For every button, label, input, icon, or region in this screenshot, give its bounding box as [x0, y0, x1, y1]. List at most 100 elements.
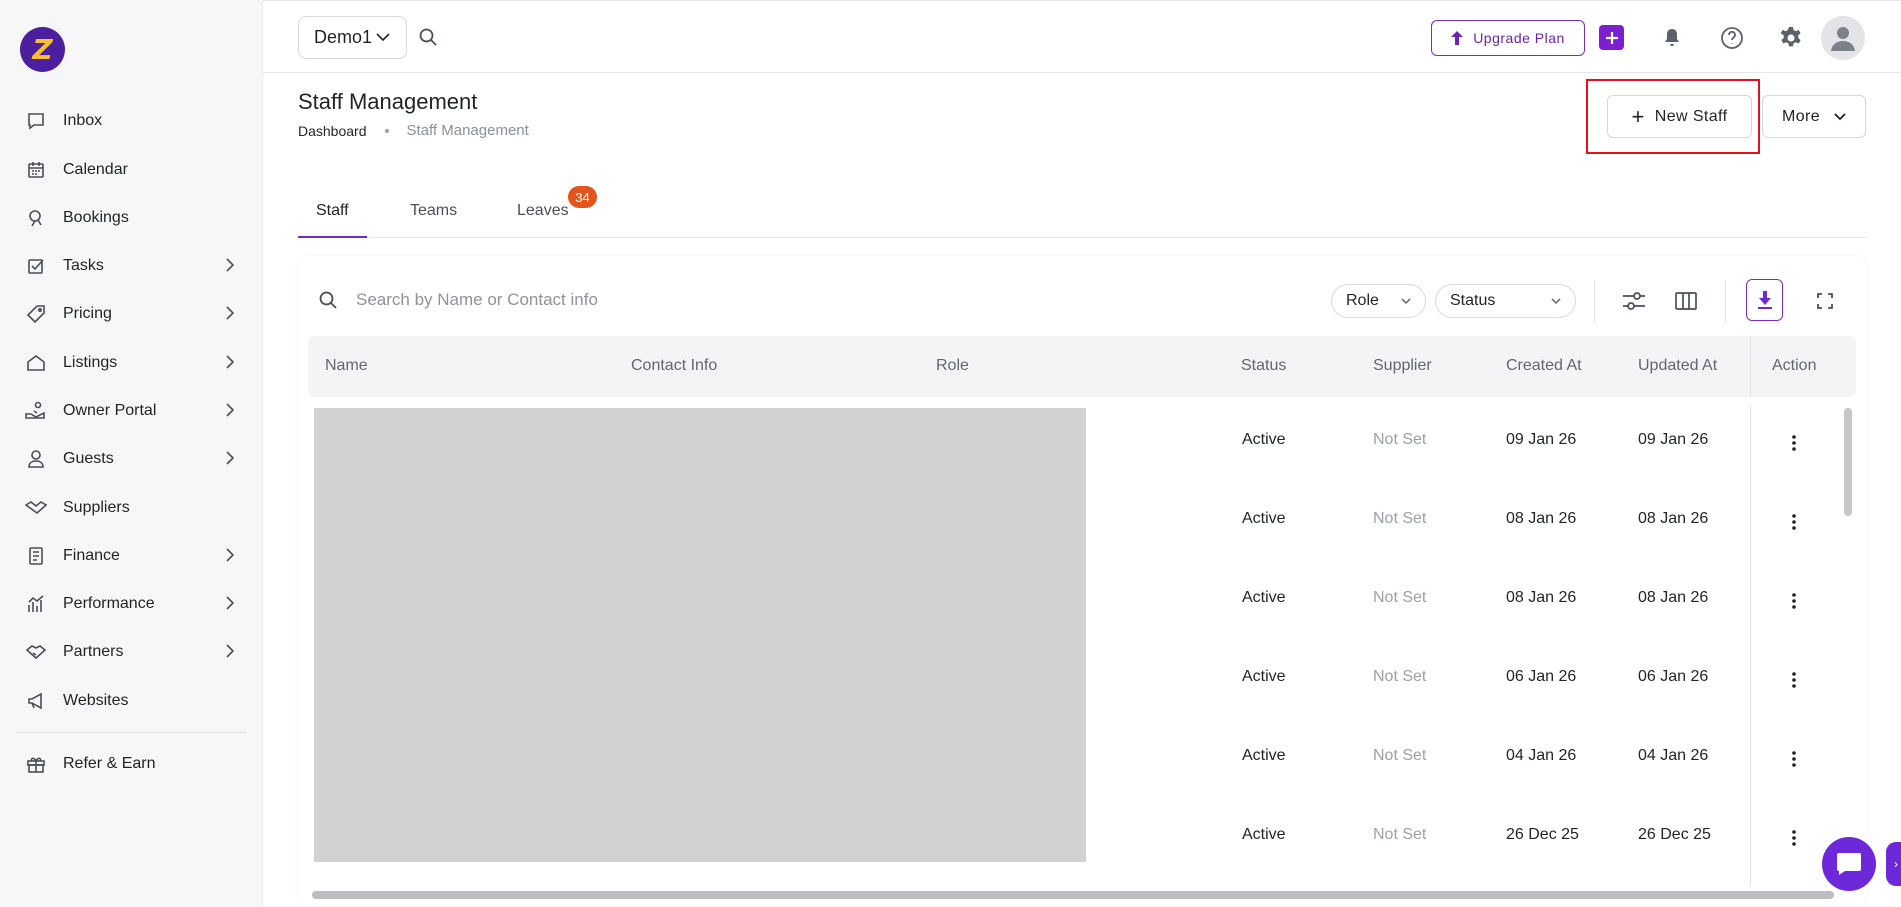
settings-button[interactable]: [1778, 25, 1804, 51]
tab-bar: Staff Teams Leaves: [298, 186, 1866, 238]
action-column-divider: [1750, 336, 1751, 397]
role-filter[interactable]: Role: [1331, 284, 1426, 318]
sidebar-item-label: Partners: [63, 643, 124, 660]
breadcrumb-dashboard[interactable]: Dashboard: [298, 123, 367, 139]
sidebar-divider: [16, 732, 246, 733]
breadcrumb-separator: [384, 128, 389, 133]
sidebar-item-listings[interactable]: Listings: [24, 343, 235, 383]
chevron-down-icon: [1551, 298, 1561, 305]
active-tab-indicator: [298, 236, 367, 238]
chevron-right-icon: [226, 306, 235, 325]
table-header: Name Contact Info Role Status Supplier C…: [308, 336, 1856, 397]
cell-created: 04 Jan 26: [1506, 747, 1577, 764]
sidebar-item-bookings[interactable]: Bookings: [24, 198, 234, 238]
account-select-value: Demo1: [314, 27, 373, 47]
breadcrumb-current: Staff Management: [406, 122, 529, 139]
tab-staff[interactable]: Staff: [316, 202, 349, 220]
bookings-icon: [24, 206, 48, 230]
cell-updated: 26 Dec 25: [1638, 826, 1711, 843]
bell-icon: [1665, 29, 1679, 46]
sidebar-item-label: Finance: [63, 547, 120, 564]
vertical-scrollbar[interactable]: [1844, 408, 1852, 516]
calendar-icon: [24, 158, 48, 182]
horizontal-scrollbar[interactable]: [312, 891, 1834, 899]
chevron-right-icon: [226, 258, 235, 277]
sidebar-item-tasks[interactable]: Tasks: [24, 246, 235, 286]
toolbar-divider: [1594, 280, 1595, 322]
logo-letter: Z: [32, 33, 53, 66]
account-select[interactable]: Demo1: [298, 16, 407, 59]
column-header-role[interactable]: Role: [936, 357, 969, 375]
column-header-status[interactable]: Status: [1241, 357, 1286, 375]
expand-icon: [1817, 293, 1833, 309]
more-vertical-icon[interactable]: [1791, 434, 1797, 452]
top-bar: Demo1 Upgrade Plan: [263, 0, 1901, 73]
upgrade-plan-label: Upgrade Plan: [1473, 30, 1565, 46]
filter-settings-button[interactable]: [1617, 284, 1651, 318]
quick-add-button[interactable]: [1599, 25, 1624, 50]
sidebar-item-finance[interactable]: Finance: [24, 536, 235, 576]
cell-supplier: Not Set: [1373, 826, 1427, 843]
sidebar-item-label: Bookings: [63, 209, 129, 226]
chevron-right-icon: [226, 403, 235, 422]
sidebar-item-label: Websites: [63, 692, 129, 709]
column-header-name[interactable]: Name: [325, 357, 368, 375]
staff-search-input[interactable]: [356, 286, 756, 314]
more-vertical-icon[interactable]: [1791, 750, 1797, 768]
gear-icon: [1780, 27, 1801, 47]
more-vertical-icon[interactable]: [1791, 592, 1797, 610]
status-filter[interactable]: Status: [1435, 284, 1576, 318]
search-icon: [318, 290, 338, 315]
more-vertical-icon[interactable]: [1791, 513, 1797, 531]
chevron-down-icon: [1834, 112, 1846, 120]
inbox-icon: [24, 109, 48, 133]
search-icon[interactable]: [418, 27, 438, 52]
cell-status: Active: [1242, 510, 1286, 527]
column-header-updated[interactable]: Updated At: [1638, 357, 1717, 375]
cell-created: 26 Dec 25: [1506, 826, 1579, 843]
notifications-button[interactable]: [1659, 25, 1685, 51]
tab-leaves[interactable]: Leaves: [517, 202, 569, 220]
app-logo[interactable]: Z: [20, 27, 65, 72]
chevron-right-icon: [226, 548, 235, 567]
columns-button[interactable]: [1669, 284, 1703, 318]
new-staff-button[interactable]: + New Staff: [1607, 95, 1752, 138]
chevron-right-icon: ›: [1894, 857, 1898, 871]
more-vertical-icon[interactable]: [1791, 671, 1797, 689]
sidebar-item-label: Owner Portal: [63, 402, 157, 419]
cell-status: Active: [1242, 431, 1286, 448]
sidebar-item-inbox[interactable]: Inbox: [24, 101, 234, 141]
cell-supplier: Not Set: [1373, 668, 1427, 685]
cell-status: Active: [1242, 747, 1286, 764]
new-staff-label: New Staff: [1654, 107, 1728, 125]
sidebar-item-pricing[interactable]: Pricing: [24, 294, 235, 334]
column-header-action: Action: [1772, 357, 1817, 374]
more-vertical-icon[interactable]: [1791, 829, 1797, 847]
sidebar-item-partners[interactable]: Partners: [24, 632, 235, 672]
arrow-up-icon: [1451, 31, 1464, 45]
action-column-divider: [1750, 406, 1751, 886]
upgrade-plan-button[interactable]: Upgrade Plan: [1431, 20, 1585, 56]
sidebar-item-owner-portal[interactable]: Owner Portal: [24, 391, 235, 431]
avatar[interactable]: [1821, 16, 1865, 60]
sidebar-item-label: Tasks: [63, 257, 104, 274]
more-label: More: [1781, 107, 1821, 125]
cell-status: Active: [1242, 826, 1286, 843]
tab-teams[interactable]: Teams: [410, 202, 457, 220]
more-button[interactable]: More: [1762, 95, 1866, 138]
download-button[interactable]: [1746, 279, 1783, 321]
help-button[interactable]: [1719, 25, 1745, 51]
side-panel-toggle[interactable]: ›: [1886, 842, 1901, 886]
cell-supplier: Not Set: [1373, 589, 1427, 606]
column-header-created[interactable]: Created At: [1506, 357, 1582, 375]
help-icon: [1721, 27, 1743, 49]
sidebar-item-calendar[interactable]: Calendar: [24, 150, 234, 190]
cell-status: Active: [1242, 668, 1286, 685]
chevron-down-icon: [1401, 298, 1411, 305]
fullscreen-button[interactable]: [1808, 284, 1842, 318]
finance-icon: [24, 544, 48, 568]
column-header-supplier[interactable]: Supplier: [1373, 357, 1432, 375]
column-header-contact[interactable]: Contact Info: [631, 357, 717, 375]
columns-icon: [1675, 292, 1697, 310]
chat-button[interactable]: [1822, 837, 1876, 891]
